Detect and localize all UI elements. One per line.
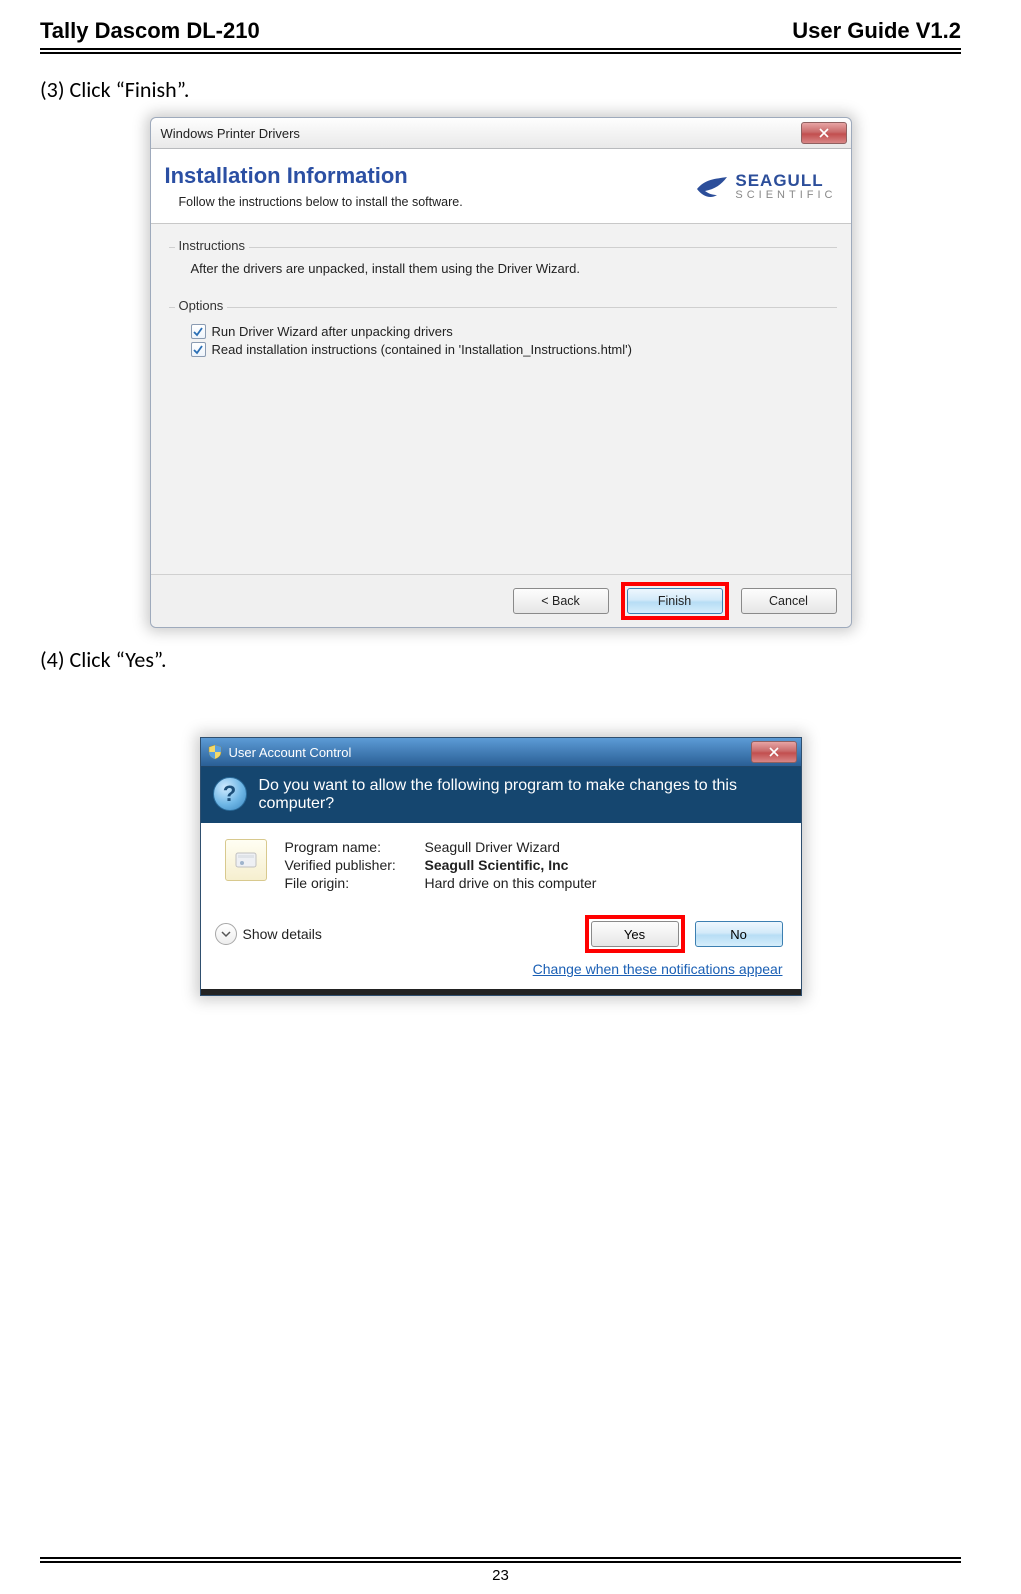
uac-close-icon[interactable]: [751, 741, 797, 763]
page-number: 23: [40, 1567, 961, 1584]
uac-bottom-bar: [201, 989, 801, 995]
back-button[interactable]: < Back: [513, 588, 609, 614]
option2-checkbox[interactable]: [191, 342, 206, 357]
k-program-name: Program name:: [285, 839, 425, 855]
logo-line1: SEAGULL: [735, 171, 836, 191]
uac-titlebar: User Account Control: [201, 738, 801, 767]
uac-question-text: Do you want to allow the following progr…: [259, 777, 785, 813]
uac-title: User Account Control: [229, 745, 352, 760]
finish-highlight: Finish: [621, 582, 729, 620]
group-instructions-label: Instructions: [175, 238, 249, 253]
option1-checkbox[interactable]: [191, 324, 206, 339]
yes-button[interactable]: Yes: [591, 921, 679, 947]
installer-banner: Installation Information Follow the inst…: [151, 149, 851, 224]
cancel-button[interactable]: Cancel: [741, 588, 837, 614]
close-icon[interactable]: [801, 122, 847, 144]
program-icon: [225, 839, 267, 881]
installer-titlebar: Windows Printer Drivers: [151, 118, 851, 149]
k-publisher: Verified publisher:: [285, 857, 425, 873]
uac-dialog: User Account Control ? Do you want to al…: [200, 737, 802, 996]
installer-dialog: Windows Printer Drivers Installation Inf…: [150, 117, 852, 628]
header-left: Tally Dascom DL-210: [40, 18, 260, 44]
banner-subtitle: Follow the instructions below to install…: [179, 195, 696, 209]
uac-question-band: ? Do you want to allow the following pro…: [201, 767, 801, 823]
v-publisher: Seagull Scientific, Inc: [425, 857, 597, 873]
seagull-logo: SEAGULL SCIENTIFIC: [695, 169, 836, 203]
option2-label: Read installation instructions (containe…: [212, 342, 632, 357]
option1-label: Run Driver Wizard after unpacking driver…: [212, 324, 453, 339]
chevron-down-icon: [215, 923, 237, 945]
k-origin: File origin:: [285, 875, 425, 891]
installer-title: Windows Printer Drivers: [161, 126, 300, 141]
header-rule: [40, 48, 961, 54]
yes-highlight: Yes: [585, 915, 685, 953]
show-details-button[interactable]: Show details: [215, 923, 322, 945]
instructions-text: After the drivers are unpacked, install …: [175, 253, 831, 280]
step-4-text: (4) Click “Yes”.: [40, 646, 961, 673]
v-program-name: Seagull Driver Wizard: [425, 839, 597, 855]
banner-title: Installation Information: [165, 163, 696, 189]
show-details-label: Show details: [243, 926, 322, 942]
question-icon: ?: [213, 777, 247, 811]
header-right: User Guide V1.2: [792, 18, 961, 44]
no-button[interactable]: No: [695, 921, 783, 947]
shield-icon: [207, 744, 223, 760]
change-notifications-link[interactable]: Change when these notifications appear: [533, 961, 783, 977]
finish-button[interactable]: Finish: [627, 588, 723, 614]
group-options-label: Options: [175, 298, 228, 313]
logo-line2: SCIENTIFIC: [735, 189, 836, 201]
v-origin: Hard drive on this computer: [425, 875, 597, 891]
seagull-icon: [695, 169, 729, 203]
step-3-text: (3) Click “Finish”.: [40, 76, 961, 103]
footer-rule: [40, 1557, 961, 1563]
